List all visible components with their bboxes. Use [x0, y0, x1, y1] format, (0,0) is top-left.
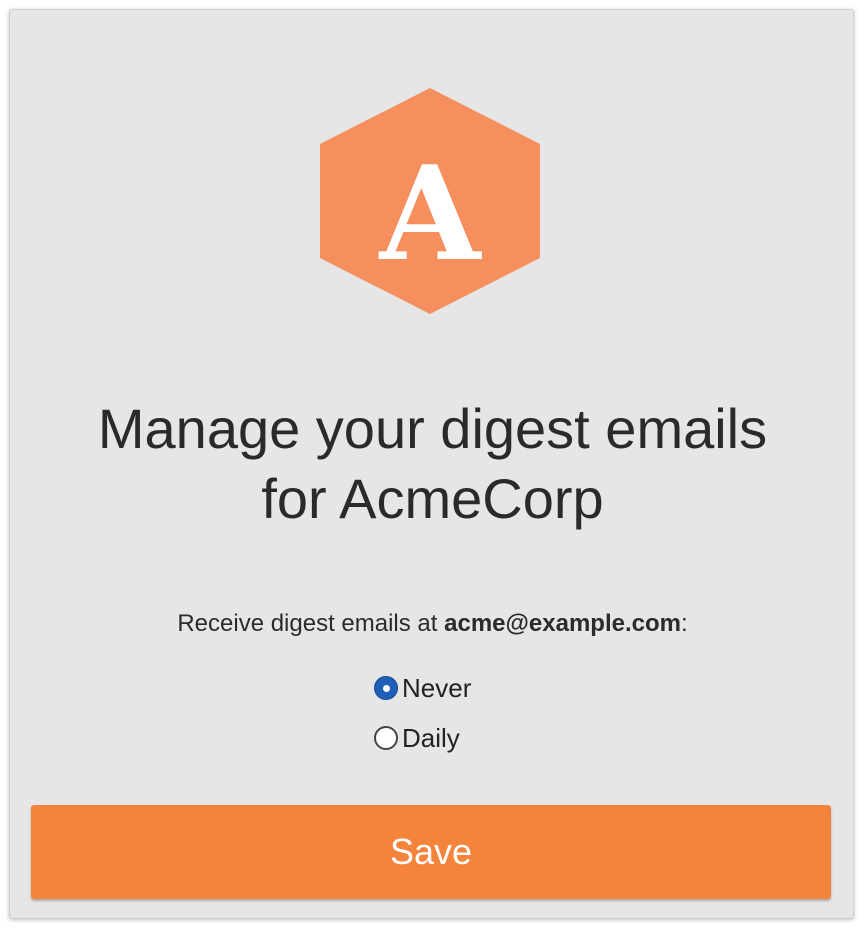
- digest-settings-card: A Manage your digest emails for AcmeCorp…: [9, 9, 854, 919]
- logo-letter: A: [378, 137, 483, 290]
- frequency-radio-group: Never Daily: [374, 670, 471, 770]
- page-title-line-2: for AcmeCorp: [261, 467, 604, 530]
- digest-prompt: Receive digest emails at acme@example.co…: [10, 609, 855, 639]
- digest-prompt-colon: :: [680, 610, 688, 637]
- page-title: Manage your digest emails for AcmeCorp: [10, 394, 855, 534]
- page-title-line-1: Manage your digest emails: [97, 397, 768, 460]
- digest-prompt-text: Receive digest emails at: [177, 610, 438, 637]
- digest-email-address: acme@example.com: [444, 610, 681, 637]
- acmecorp-logo: A: [320, 88, 540, 314]
- radio-daily[interactable]: [374, 726, 398, 750]
- frequency-option-never[interactable]: Never: [374, 670, 471, 706]
- frequency-option-daily-label: Daily: [402, 722, 460, 753]
- save-button[interactable]: Save: [31, 805, 831, 899]
- frequency-option-daily[interactable]: Daily: [374, 720, 471, 756]
- radio-never[interactable]: [374, 676, 398, 700]
- frequency-option-never-label: Never: [402, 672, 472, 703]
